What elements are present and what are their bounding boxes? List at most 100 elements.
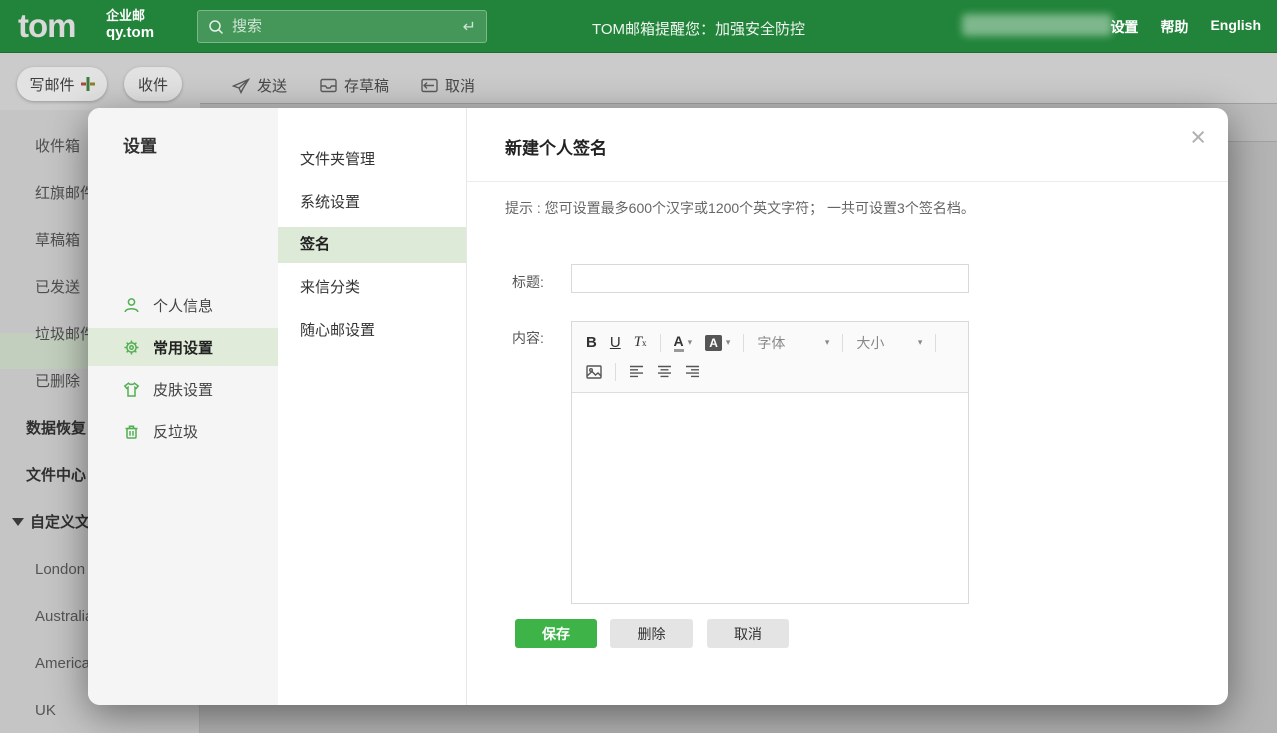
align-center-icon <box>657 365 672 378</box>
security-notice: TOM邮箱提醒您：加强安全防控 <box>592 18 805 39</box>
collapse-arrow-icon[interactable] <box>12 518 24 526</box>
send-label: 发送 <box>257 75 287 96</box>
chevron-down-icon: ▾ <box>918 337 923 348</box>
settings-nav-column: 设置 个人信息 常用设置 皮肤设置 <box>88 108 278 705</box>
font-color-icon: A <box>674 334 684 352</box>
mail-toolbar: 写邮件 收件 发送 存草稿 取消 <box>0 53 1277 110</box>
align-left-icon <box>629 365 644 378</box>
title-label: 标题: <box>512 272 544 292</box>
signature-panel: 新建个人签名 × 提示 : 您可设置最多600个汉字或1200个英文字符； 一共… <box>467 108 1228 705</box>
highlight-color-button[interactable]: A ▾ <box>705 335 730 351</box>
help-link[interactable]: 帮助 <box>1160 17 1188 37</box>
font-family-select[interactable]: 字体 ▾ <box>757 333 829 353</box>
compose-plus-icon <box>81 77 95 91</box>
toolbar-separator <box>935 334 936 352</box>
search-input[interactable] <box>232 18 455 35</box>
top-header: tom 企业邮 qy.tom ↵ TOM邮箱提醒您：加强安全防控 ▾ 设置 帮助… <box>0 0 1277 53</box>
header-links: 设置 帮助 English <box>1110 17 1261 37</box>
sidebar-item-junk[interactable]: 垃圾邮件 <box>35 325 95 345</box>
user-icon <box>123 297 140 314</box>
panel-divider <box>467 181 1228 182</box>
chevron-down-icon: ▾ <box>726 337 731 348</box>
tom-logo: tom <box>18 7 76 45</box>
search-icon <box>208 19 224 35</box>
signature-title-input[interactable] <box>571 264 969 293</box>
brand-line1: 企业邮 <box>106 8 154 24</box>
subnav-suixin-mail[interactable]: 随心邮设置 <box>278 313 466 349</box>
sidebar-item-australia[interactable]: Australia <box>35 607 93 627</box>
nav-item-personal-info[interactable]: 个人信息 <box>88 286 278 324</box>
font-size-select[interactable]: 大小 ▾ <box>856 333 922 353</box>
clear-format-icon[interactable]: Tx <box>634 334 647 351</box>
font-family-value: 字体 <box>757 333 820 353</box>
nav-item-general-settings[interactable]: 常用设置 <box>88 328 278 366</box>
content-label: 内容: <box>512 328 544 348</box>
settings-title: 设置 <box>123 132 157 157</box>
nav-label: 个人信息 <box>153 295 213 316</box>
font-color-button[interactable]: A ▾ <box>674 334 693 352</box>
close-icon[interactable]: × <box>1190 124 1206 151</box>
align-right-icon <box>685 365 700 378</box>
brand-block: 企业邮 qy.tom <box>106 8 154 43</box>
signature-editor-body[interactable] <box>572 393 968 603</box>
subnav-system-settings[interactable]: 系统设置 <box>278 185 466 221</box>
language-link[interactable]: English <box>1210 17 1261 37</box>
subnav-signature[interactable]: 签名 <box>278 227 466 263</box>
cancel-compose-label: 取消 <box>445 75 475 96</box>
receive-button[interactable]: 收件 <box>124 67 182 101</box>
settings-subnav-column: 文件夹管理 系统设置 签名 来信分类 随心邮设置 <box>278 108 467 705</box>
shirt-icon <box>123 381 140 398</box>
settings-link[interactable]: 设置 <box>1110 17 1138 37</box>
sidebar-item-data-recovery[interactable]: 数据恢复 <box>26 419 86 439</box>
sidebar-item-deleted[interactable]: 已删除 <box>35 372 80 392</box>
send-button[interactable]: 发送 <box>232 75 287 96</box>
nav-label: 皮肤设置 <box>153 379 213 400</box>
sidebar-item-sent[interactable]: 已发送 <box>35 278 80 298</box>
sidebar-item-file-center[interactable]: 文件中心 <box>26 466 86 486</box>
underline-icon[interactable]: U <box>610 334 621 351</box>
panel-buttons: 保存 删除 取消 <box>467 619 1228 648</box>
sidebar-item-flagged[interactable]: 红旗邮件 <box>35 184 95 204</box>
nav-item-anti-spam[interactable]: 反垃圾 <box>88 412 278 450</box>
align-center-button[interactable] <box>657 365 672 378</box>
bold-icon[interactable]: B <box>586 334 597 351</box>
cancel-button[interactable]: 取消 <box>707 619 789 648</box>
sidebar-item-drafts[interactable]: 草稿箱 <box>35 231 80 251</box>
settings-modal: 设置 个人信息 常用设置 皮肤设置 <box>88 108 1228 705</box>
nav-label: 常用设置 <box>153 337 213 358</box>
save-button[interactable]: 保存 <box>515 619 597 648</box>
panel-title: 新建个人签名 <box>505 134 607 159</box>
toolbar-separator <box>842 334 843 352</box>
subnav-incoming-filter[interactable]: 来信分类 <box>278 270 466 306</box>
receive-label: 收件 <box>138 74 168 95</box>
sidebar-item-uk[interactable]: UK <box>35 701 56 721</box>
brand-line2: qy.tom <box>106 24 154 43</box>
delete-button[interactable]: 删除 <box>610 619 693 648</box>
signature-tip: 提示 : 您可设置最多600个汉字或1200个英文字符； 一共可设置3个签名档。 <box>505 198 975 218</box>
toolbar-separator <box>660 334 661 352</box>
save-draft-label: 存草稿 <box>344 75 389 96</box>
save-draft-button[interactable]: 存草稿 <box>320 75 389 96</box>
font-size-value: 大小 <box>856 333 913 353</box>
search-box[interactable]: ↵ <box>197 10 487 43</box>
draft-box-icon <box>320 78 337 93</box>
toolbar-separator <box>743 334 744 352</box>
nav-label: 反垃圾 <box>153 421 198 442</box>
subnav-folder-management[interactable]: 文件夹管理 <box>278 142 466 178</box>
compose-label: 写邮件 <box>29 74 74 95</box>
align-right-button[interactable] <box>685 365 700 378</box>
send-plane-icon <box>232 78 250 94</box>
align-left-button[interactable] <box>629 365 644 378</box>
user-account-blurred[interactable] <box>962 14 1112 36</box>
enter-icon: ↵ <box>463 17 476 37</box>
sidebar-item-inbox[interactable]: 收件箱 <box>35 137 80 157</box>
insert-image-button[interactable] <box>586 365 602 379</box>
cancel-compose-button[interactable]: 取消 <box>421 75 475 96</box>
compose-button[interactable]: 写邮件 <box>17 67 107 101</box>
gear-icon <box>123 339 140 356</box>
nav-item-skin-settings[interactable]: 皮肤设置 <box>88 370 278 408</box>
highlight-color-icon: A <box>705 335 722 351</box>
toolbar-separator <box>615 363 616 381</box>
trash-icon <box>123 423 140 440</box>
sidebar-item-london[interactable]: London <box>35 560 85 580</box>
